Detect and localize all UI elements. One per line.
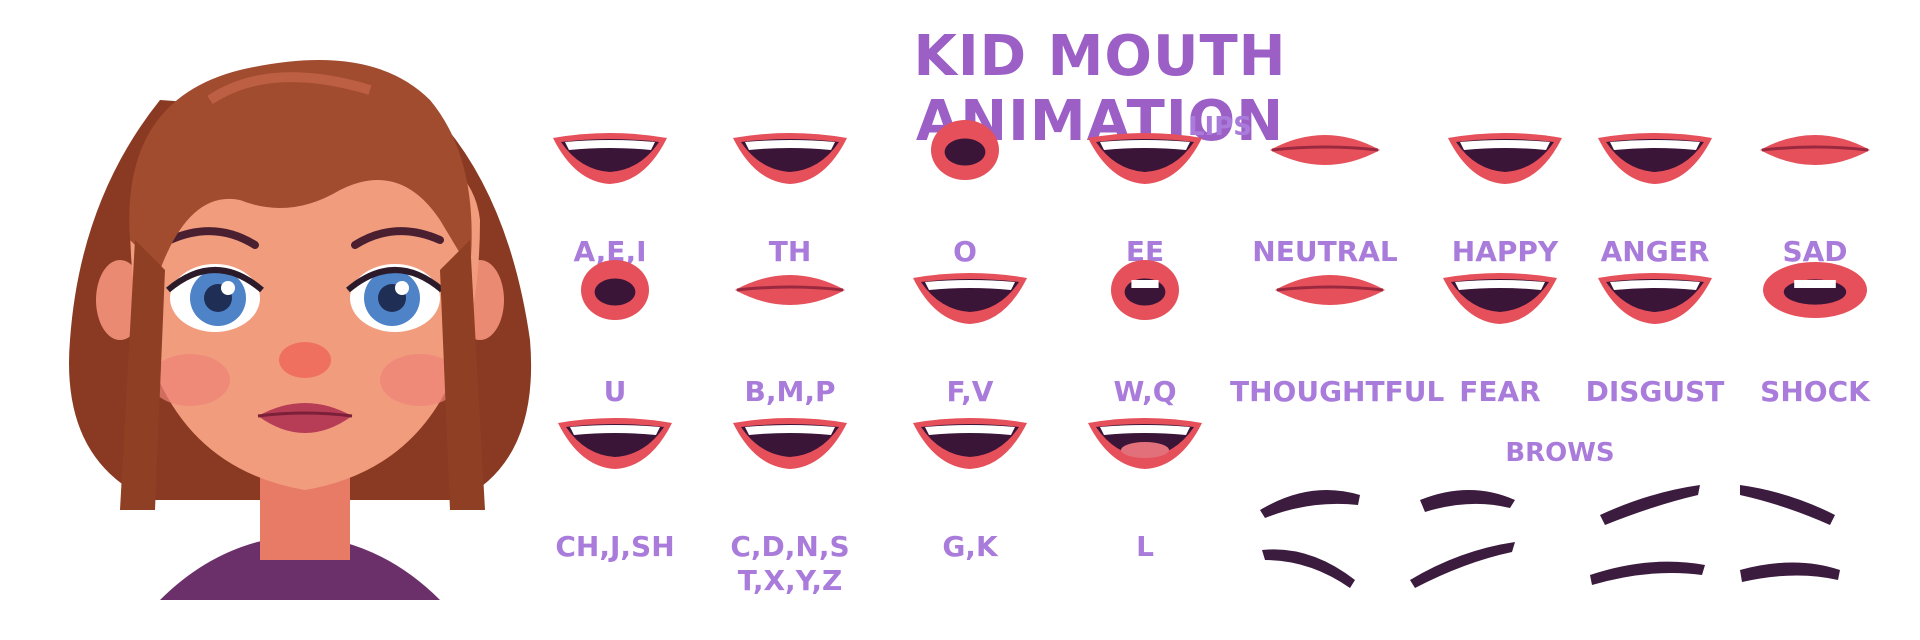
brow-5 [1262,549,1355,588]
mouth-shape-17 [725,395,855,479]
brows-heading: BROWS [1505,438,1615,468]
mouth-shape-11 [1080,250,1210,334]
mouth-disgust [1598,273,1712,324]
mouth-teeth-wide [733,133,847,184]
mouth-closed-sad [1760,135,1870,165]
mouth-shape-9 [725,250,855,334]
brow-3 [1600,485,1700,525]
mouth-shape-15 [1750,250,1880,334]
mouth-label: CH,J,SH [555,530,675,563]
mouth-label: G,K [942,530,998,563]
mouth-label-line2: T,X,Y,Z [737,564,843,597]
mouth-shape-7 [1750,110,1880,194]
mouth-shape-12 [1265,250,1395,334]
mouth-label: SHOCK [1760,375,1870,408]
mouth-shape-16 [550,395,680,479]
mouth-shock [1763,262,1867,318]
brow-4 [1740,485,1835,525]
brows-group [1260,485,1840,588]
brow-8 [1740,562,1840,582]
mouth-shape-8 [550,250,680,334]
girl-face-illustration [69,60,532,600]
mouth-round-open [931,120,999,180]
mouth-shape-6 [1590,110,1720,194]
mouth-closed [1270,135,1380,165]
mouth-shape-4 [1260,110,1390,194]
mouth-grit [1598,133,1712,184]
mouth-open-wide [553,133,667,184]
mouth-shape-18 [905,395,1035,479]
mouth-shape-3 [1080,110,1210,194]
mouth-tongue [1088,418,1202,469]
mouth-shape-14 [1590,250,1720,334]
mouth-pressed [735,275,845,305]
mouth-teeth-open [558,418,672,469]
mouth-teeth-open2 [733,418,847,469]
mouth-shape-19 [1080,395,1210,479]
mouth-teeth-small [913,418,1027,469]
brow-6 [1410,542,1515,588]
nose [279,342,331,378]
left-cheek [150,354,230,406]
brow-7 [1590,561,1705,585]
mouth-pucker [1111,260,1179,320]
brow-2 [1420,490,1515,512]
mouth-teeth-lip [913,273,1027,324]
mouth-shape-5 [1440,110,1570,194]
mouth-side [1275,275,1385,305]
mouth-smile-teeth [1088,133,1202,184]
mouth-shape-13 [1435,250,1565,334]
mouth-shape-0 [545,110,675,194]
mouth-big-smile [1448,133,1562,184]
mouth-shape-10 [905,250,1035,334]
mouth-shape-1 [725,110,855,194]
mouth-label: C,D,N,S [730,530,850,563]
mouth-label: L [1136,530,1154,563]
mouth-fear [1443,273,1557,324]
mouth-shape-2 [900,110,1030,194]
mouth-small-round [581,260,649,320]
brow-1 [1260,490,1360,518]
